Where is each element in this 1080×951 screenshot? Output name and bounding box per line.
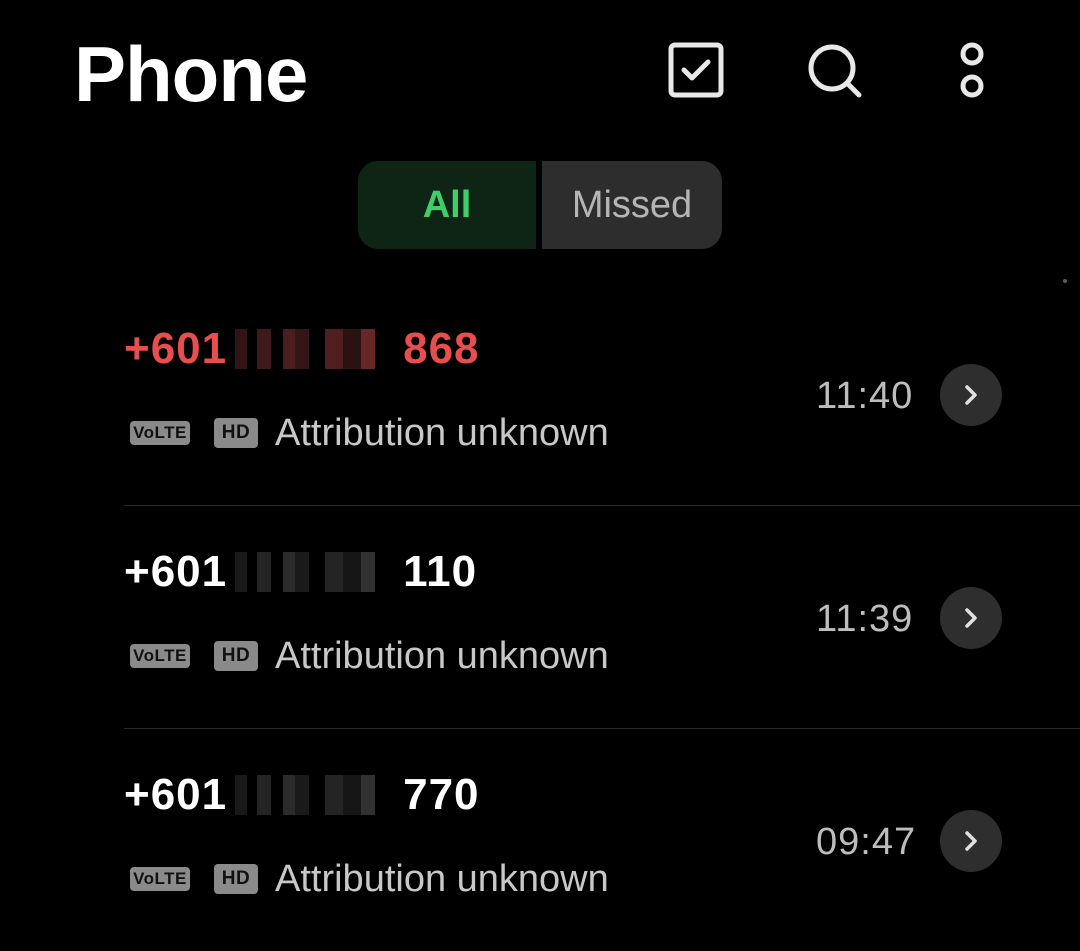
hd-badge: HD [214, 418, 258, 448]
caller-number: +601 770 [124, 769, 480, 821]
caller-number: +601 868 [124, 323, 480, 375]
caller-attribution: Attribution unknown [275, 634, 609, 677]
call-time: 09:47 [816, 821, 917, 863]
caller-attribution: Attribution unknown [275, 857, 609, 900]
call-time: 11:40 [816, 375, 914, 417]
number-prefix: +601 [124, 770, 228, 819]
call-log-item[interactable]: +601 770 VoLTE HD Attribution unknown 09:… [124, 728, 1080, 951]
call-meta: VoLTE HD Attribution unknown [130, 411, 609, 455]
call-details-button[interactable] [940, 810, 1002, 872]
app-header: Phone [0, 0, 1080, 150]
number-prefix: +601 [124, 324, 228, 373]
volte-badge: VoLTE [130, 421, 190, 445]
call-filter-tabs: All Missed [358, 161, 722, 249]
chevron-right-icon [965, 385, 977, 405]
redacted-digits [225, 552, 406, 592]
caller-number: +601 110 [124, 546, 477, 598]
number-suffix: 868 [403, 324, 480, 373]
tab-all[interactable]: All [358, 161, 536, 249]
volte-badge: VoLTE [130, 867, 190, 891]
call-time: 11:39 [816, 598, 914, 640]
chevron-right-icon [965, 831, 977, 851]
tab-missed[interactable]: Missed [542, 161, 722, 249]
call-log-item[interactable]: +601 868 VoLTE HD Attribution unknown 11:… [0, 283, 1080, 505]
redacted-digits [225, 329, 406, 369]
hd-badge: HD [214, 641, 258, 671]
chevron-right-icon [965, 608, 977, 628]
call-details-button[interactable] [940, 364, 1002, 426]
call-log-item[interactable]: +601 110 VoLTE HD Attribution unknown 11:… [124, 505, 1080, 728]
number-prefix: +601 [124, 547, 228, 596]
volte-badge: VoLTE [130, 644, 190, 668]
more-options-icon[interactable] [944, 42, 1000, 98]
call-details-button[interactable] [940, 587, 1002, 649]
call-log-list: +601 868 VoLTE HD Attribution unknown 11:… [0, 283, 1080, 951]
search-icon[interactable] [806, 42, 862, 98]
number-suffix: 110 [403, 547, 478, 596]
call-meta: VoLTE HD Attribution unknown [130, 634, 609, 678]
redacted-digits [225, 775, 406, 815]
page-title: Phone [74, 30, 308, 118]
number-suffix: 770 [403, 770, 480, 819]
select-icon[interactable] [668, 42, 724, 98]
hd-badge: HD [214, 864, 258, 894]
call-meta: VoLTE HD Attribution unknown [130, 857, 609, 901]
caller-attribution: Attribution unknown [275, 411, 609, 454]
